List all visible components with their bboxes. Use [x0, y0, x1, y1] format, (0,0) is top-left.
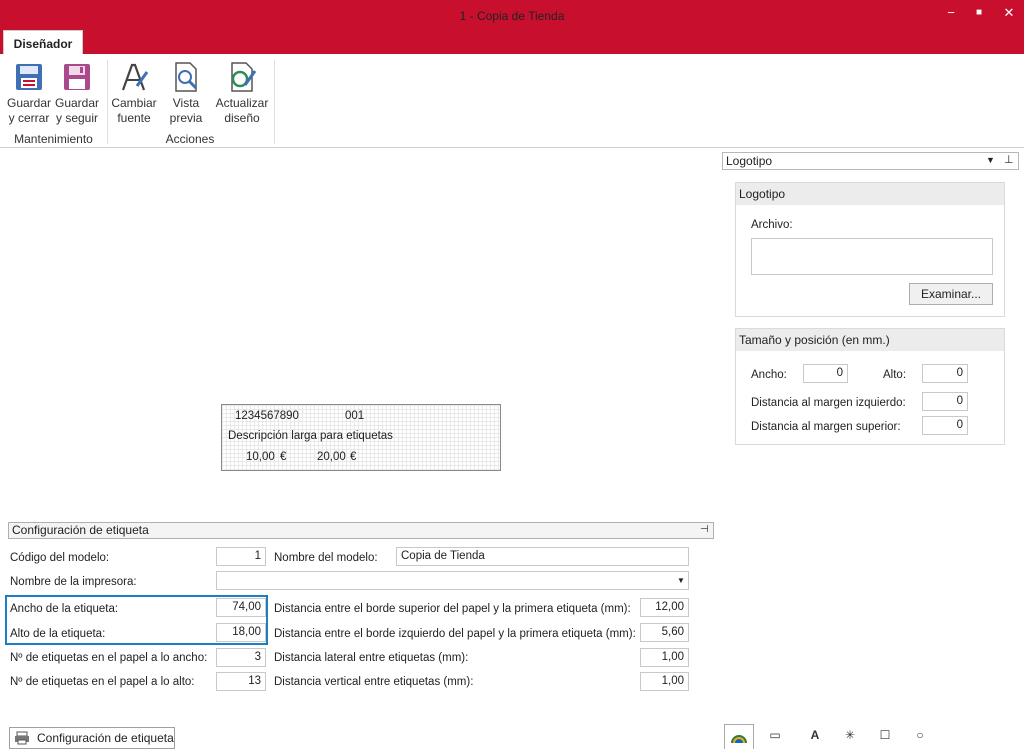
config-section-title: Configuración de etiqueta	[12, 523, 149, 537]
save-and-close-line1: Guardar	[6, 96, 52, 110]
per-height-label: Nº de etiquetas en el papel a lo alto:	[10, 676, 195, 688]
preview-currency2[interactable]: €	[350, 451, 356, 463]
preview-code[interactable]: 001	[345, 410, 364, 422]
save-and-close-button[interactable]: Guardar y cerrar	[6, 60, 52, 126]
width-input[interactable]: 0	[803, 364, 848, 383]
save-continue-icon	[60, 60, 94, 94]
update-design-line1: Actualizar	[215, 96, 269, 110]
preview-line2: previa	[169, 111, 203, 125]
ribbon-group-separator	[107, 60, 108, 144]
left-edge-input[interactable]: 5,60	[640, 623, 689, 642]
window-title: 1 - Copia de Tienda	[459, 9, 565, 23]
dropdown-arrow-icon[interactable]: ▼	[986, 155, 995, 165]
change-font-line2: fuente	[117, 111, 151, 125]
per-width-label: Nº de etiquetas en el papel a lo ancho:	[10, 652, 208, 664]
ribbon-tab-strip	[0, 32, 1024, 54]
printer-select[interactable]	[216, 571, 689, 590]
ribbon-group-separator	[274, 60, 275, 144]
per-width-input[interactable]: 3	[216, 648, 266, 667]
size-position-title: Tamaño y posición (en mm.)	[736, 329, 1004, 351]
pin-icon[interactable]: ⊥	[1004, 153, 1014, 166]
top-edge-label: Distancia entre el borde superior del pa…	[274, 603, 631, 615]
line-tool-icon[interactable]: ✳	[840, 728, 860, 746]
element-selector[interactable]: Logotipo	[722, 152, 1019, 170]
preview-button[interactable]: Vista previa	[164, 60, 208, 126]
file-field[interactable]	[751, 238, 993, 275]
update-design-line2: diseño	[224, 111, 260, 125]
label-height-label: Alto de la etiqueta:	[10, 628, 106, 640]
model-code-input[interactable]: 1	[216, 547, 266, 566]
bottom-tab-label: Configuración de etiqueta	[37, 731, 174, 745]
group-label-mantenimiento: Mantenimiento	[14, 132, 93, 146]
label-width-label: Ancho de la etiqueta:	[10, 603, 119, 615]
update-design-button[interactable]: Actualizar diseño	[214, 60, 270, 126]
chevron-down-icon[interactable]: ▼	[677, 576, 685, 585]
change-font-button[interactable]: Cambiar fuente	[110, 60, 158, 126]
preview-description[interactable]: Descripción larga para etiquetas	[228, 430, 393, 442]
per-height-input[interactable]: 13	[216, 672, 266, 691]
logo-box-title: Logotipo	[736, 183, 1004, 205]
top-edge-input[interactable]: 12,00	[640, 598, 689, 617]
model-code-label: Código del modelo:	[10, 552, 110, 564]
browse-button[interactable]: Examinar...	[909, 283, 993, 305]
tab-disenador[interactable]: Diseñador	[3, 30, 83, 55]
printer-label: Nombre de la impresora:	[10, 576, 137, 588]
preview-line1: Vista	[172, 96, 200, 110]
save-and-close-line2: y cerrar	[8, 111, 50, 125]
save-and-continue-button[interactable]: Guardar y seguir	[54, 60, 100, 126]
label-width-input[interactable]: 74,00	[216, 598, 266, 617]
label-height-input[interactable]: 18,00	[216, 623, 266, 642]
text-tool-icon[interactable]: A	[805, 728, 825, 746]
save-and-continue-line1: Guardar	[54, 96, 100, 110]
left-margin-label: Distancia al margen izquierdo:	[751, 397, 906, 409]
lateral-input[interactable]: 1,00	[640, 648, 689, 667]
preview-price1[interactable]: 10,00	[246, 451, 275, 463]
group-label-acciones: Acciones	[165, 132, 215, 146]
left-edge-label: Distancia entre el borde izquierdo del p…	[274, 628, 636, 640]
rectangle-tool-icon[interactable]: ☐	[875, 728, 895, 746]
bottom-tab-config[interactable]: Configuración de etiqueta	[9, 727, 175, 749]
height-label: Alto:	[883, 369, 907, 381]
top-margin-input[interactable]: 0	[922, 416, 968, 435]
printer-icon	[14, 731, 30, 745]
font-icon	[117, 60, 151, 94]
file-label: Archivo:	[751, 219, 793, 231]
close-button[interactable]: ✕	[992, 0, 1024, 28]
circle-tool-icon[interactable]: ○	[910, 728, 930, 746]
config-section-header: Configuración de etiqueta	[8, 522, 714, 539]
save-close-icon	[12, 60, 46, 94]
palette-icon	[731, 735, 747, 743]
width-label: Ancho:	[751, 369, 787, 381]
model-name-label: Nombre del modelo:	[274, 552, 378, 564]
update-design-icon	[225, 60, 259, 94]
element-selector-value: Logotipo	[726, 154, 773, 168]
palette-tab[interactable]	[724, 724, 754, 749]
model-name-input[interactable]: Copia de Tienda	[396, 547, 689, 566]
save-and-continue-line2: y seguir	[55, 111, 99, 125]
preview-price2[interactable]: 20,00	[317, 451, 346, 463]
vertical-input[interactable]: 1,00	[640, 672, 689, 691]
preview-barcode[interactable]: 1234567890	[235, 410, 299, 422]
vertical-label: Distancia vertical entre etiquetas (mm):	[274, 676, 474, 688]
change-font-line1: Cambiar	[111, 96, 157, 110]
barcode-icon[interactable]: ▭	[765, 728, 785, 746]
maximize-button[interactable]: ■	[962, 0, 996, 28]
preview-currency1[interactable]: €	[280, 451, 286, 463]
top-margin-label: Distancia al margen superior:	[751, 421, 901, 433]
left-margin-input[interactable]: 0	[922, 392, 968, 411]
pin-icon[interactable]: ⊣	[700, 524, 709, 535]
preview-icon	[169, 60, 203, 94]
height-input[interactable]: 0	[922, 364, 968, 383]
lateral-label: Distancia lateral entre etiquetas (mm):	[274, 652, 469, 664]
